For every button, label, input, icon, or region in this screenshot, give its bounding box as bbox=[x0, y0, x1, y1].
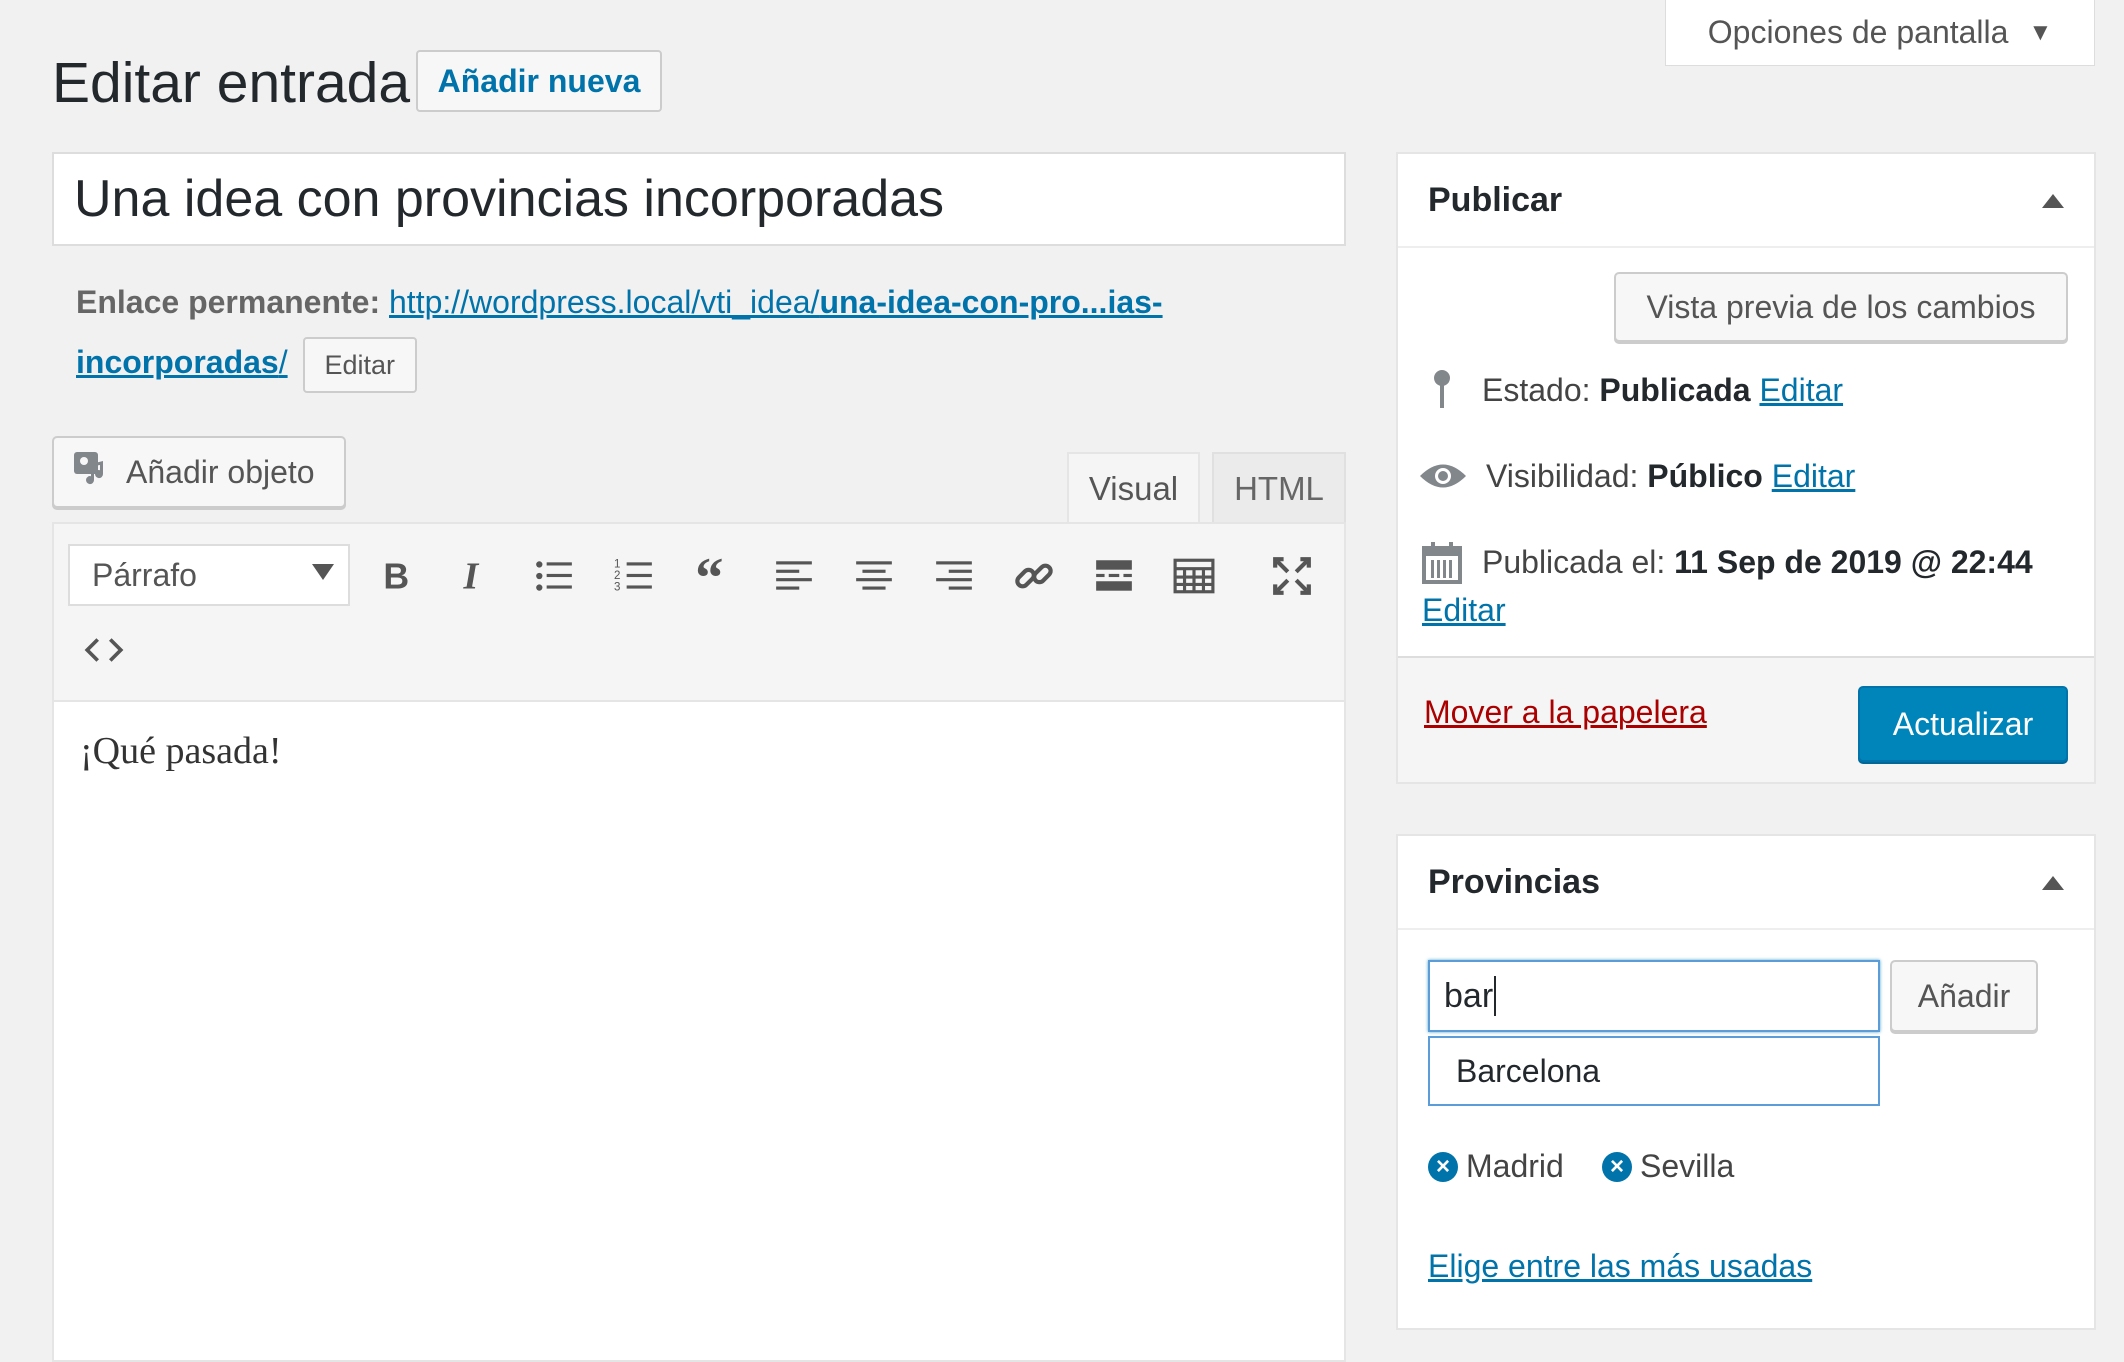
move-to-trash-link[interactable]: Mover a la papelera bbox=[1424, 694, 1707, 731]
permalink: Enlace permanente: http://wordpress.loca… bbox=[76, 272, 1276, 393]
toolbar-toggle-icon[interactable] bbox=[1168, 552, 1220, 600]
numbered-list-icon[interactable]: 123 bbox=[608, 552, 660, 600]
date-edit-link[interactable]: Editar bbox=[1422, 592, 1506, 629]
blockquote-icon[interactable]: “ bbox=[688, 552, 740, 600]
provincias-title: Provincias bbox=[1428, 862, 1600, 901]
italic-icon[interactable]: I bbox=[448, 552, 500, 600]
svg-text:“: “ bbox=[695, 555, 723, 597]
screen-options-label: Opciones de pantalla bbox=[1707, 14, 2009, 50]
align-center-icon[interactable] bbox=[848, 552, 900, 600]
media-icon bbox=[72, 448, 112, 496]
read-more-icon[interactable] bbox=[1088, 552, 1140, 600]
svg-text:B: B bbox=[383, 557, 409, 597]
remove-tag-icon[interactable]: × bbox=[1428, 1151, 1458, 1182]
post-date: Publicada el: 11 Sep de 2019 @ 22:44 bbox=[1420, 540, 2033, 584]
status-value: Publicada bbox=[1599, 371, 1751, 408]
post-title-input[interactable]: Una idea con provincias incorporadas bbox=[52, 152, 1346, 246]
preview-changes-button[interactable]: Vista previa de los cambios bbox=[1614, 272, 2068, 342]
collapse-icon[interactable] bbox=[2042, 194, 2064, 208]
editor-content[interactable]: ¡Qué pasada! bbox=[80, 729, 282, 773]
published-value: 11 Sep de 2019 @ 22:44 bbox=[1674, 543, 2033, 580]
caret-down-icon: ▼ bbox=[2028, 18, 2053, 46]
status-edit-link[interactable]: Editar bbox=[1759, 372, 1843, 408]
autocomplete-suggestion[interactable]: Barcelona bbox=[1428, 1036, 1880, 1106]
pin-icon bbox=[1420, 368, 1464, 412]
permalink-slug-start: una-idea-con-pro...ias- bbox=[819, 284, 1163, 320]
svg-text:I: I bbox=[463, 556, 480, 597]
permalink-trailing: / bbox=[278, 344, 288, 380]
fullscreen-icon[interactable] bbox=[1266, 552, 1318, 600]
permalink-base: http://wordpress.local/vti_idea/ bbox=[389, 284, 820, 320]
svg-text:1: 1 bbox=[614, 559, 620, 571]
bold-icon[interactable]: B bbox=[370, 552, 422, 600]
format-select[interactable]: Párrafo bbox=[68, 544, 350, 606]
status-label: Estado: bbox=[1482, 371, 1591, 408]
link-icon[interactable] bbox=[1008, 552, 1060, 600]
provincias-header[interactable]: Provincias bbox=[1398, 836, 2094, 930]
add-media-label: Añadir objeto bbox=[126, 453, 315, 490]
publish-title: Publicar bbox=[1428, 180, 1563, 219]
tag-item: × Sevilla bbox=[1602, 1148, 1734, 1185]
provincias-box: Provincias bar Añadir Barcelona × Madrid… bbox=[1396, 834, 2096, 1330]
update-button[interactable]: Actualizar bbox=[1858, 686, 2068, 762]
new-tag-input[interactable]: bar bbox=[1428, 960, 1880, 1032]
align-right-icon[interactable] bbox=[928, 552, 980, 600]
visibility-edit-link[interactable]: Editar bbox=[1772, 458, 1856, 494]
add-tag-button[interactable]: Añadir bbox=[1890, 960, 2038, 1032]
collapse-icon[interactable] bbox=[2042, 876, 2064, 890]
permalink-edit-button[interactable]: Editar bbox=[302, 336, 418, 393]
visibility-value: Público bbox=[1647, 457, 1763, 494]
align-left-icon[interactable] bbox=[768, 552, 820, 600]
code-icon[interactable] bbox=[78, 626, 130, 674]
svg-text:3: 3 bbox=[614, 582, 620, 594]
tag-label: Madrid bbox=[1466, 1148, 1564, 1184]
format-select-value: Párrafo bbox=[92, 556, 197, 593]
eye-icon bbox=[1418, 454, 1468, 498]
svg-text:2: 2 bbox=[614, 570, 620, 582]
remove-tag-icon[interactable]: × bbox=[1602, 1151, 1632, 1182]
tag-item: × Madrid bbox=[1428, 1148, 1564, 1185]
add-new-button[interactable]: Añadir nueva bbox=[416, 50, 662, 112]
text-cursor bbox=[1494, 976, 1497, 1016]
post-status: Estado: Publicada Editar bbox=[1420, 368, 1843, 412]
tag-label: Sevilla bbox=[1640, 1148, 1735, 1184]
publish-actions: Mover a la papelera Actualizar bbox=[1398, 656, 2094, 782]
chevron-down-icon bbox=[312, 564, 334, 580]
tab-html[interactable]: HTML bbox=[1212, 452, 1346, 524]
publish-header[interactable]: Publicar bbox=[1398, 154, 2094, 248]
most-used-tags-link[interactable]: Elige entre las más usadas bbox=[1428, 1248, 1812, 1285]
new-tag-value: bar bbox=[1444, 976, 1494, 1015]
tab-visual[interactable]: Visual bbox=[1067, 452, 1200, 524]
screen-options-button[interactable]: Opciones de pantalla ▼ bbox=[1665, 0, 2095, 66]
editor: Párrafo B I 123 “ ¡Qué pasada! bbox=[52, 522, 1346, 1362]
editor-toolbar: Párrafo B I 123 “ bbox=[54, 524, 1344, 702]
permalink-slug-end: incorporadas bbox=[76, 344, 279, 380]
calendar-icon bbox=[1420, 540, 1464, 584]
page-title: Editar entrada bbox=[52, 51, 411, 115]
add-media-button[interactable]: Añadir objeto bbox=[52, 436, 346, 508]
published-label: Publicada el: bbox=[1482, 543, 1666, 580]
visibility-label: Visibilidad: bbox=[1486, 457, 1639, 494]
post-visibility: Visibilidad: Público Editar bbox=[1418, 454, 1855, 498]
permalink-label: Enlace permanente: bbox=[76, 284, 381, 320]
publish-box: Publicar Vista previa de los cambios Est… bbox=[1396, 152, 2096, 784]
bullet-list-icon[interactable] bbox=[528, 552, 580, 600]
